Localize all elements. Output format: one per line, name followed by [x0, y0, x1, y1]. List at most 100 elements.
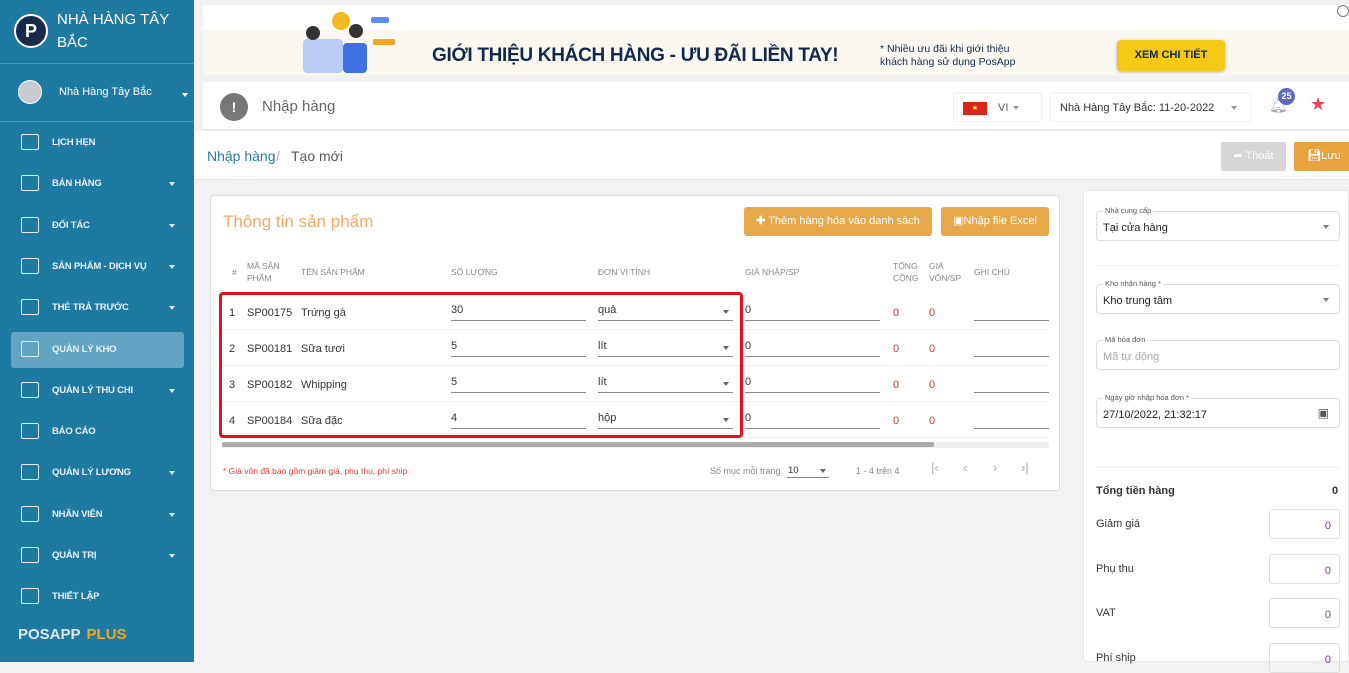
column-header: ĐƠN VỊ TÍNH [598, 267, 650, 277]
highlight-box [219, 292, 743, 438]
banner-subtitle: * Nhiều ưu đãi khi giới thiệu khách hàng … [880, 43, 1016, 68]
sidebar-item-label: THIẾT LẬP [52, 591, 100, 603]
sidebar: P NHÀ HÀNG TÂY BẮC Nhà Hàng Tây Bắc LỊCH… [0, 0, 194, 662]
column-header: SỐ LƯỢNG [451, 267, 498, 277]
sidebar-item-label: BÁO CÁO [52, 426, 96, 438]
first-page-icon[interactable]: |‹ [931, 460, 939, 475]
bar-chart-icon [21, 423, 39, 440]
invoice-panel: Nhà cung cấp Tại cửa hàng Kho nhận hàng *… [1083, 190, 1349, 673]
user-name[interactable]: Nhà Hàng Tây Bắc [59, 86, 152, 98]
chevron-down-icon [1323, 225, 1329, 229]
price-input[interactable]: 0 [745, 373, 880, 393]
sidebar-item-11[interactable]: THIẾT LẬP [11, 579, 184, 615]
sidebar-item-4[interactable]: THẺ TRẢ TRƯỚC [11, 290, 184, 326]
sidebar-item-9[interactable]: NHÂN VIÊN [11, 497, 184, 533]
next-page-icon[interactable]: › [993, 460, 997, 475]
per-page-select[interactable]: 10 [787, 462, 829, 478]
shipping-input[interactable]: 0 [1269, 643, 1340, 673]
language-select[interactable]: ★ VI [953, 92, 1042, 122]
breadcrumb-parent[interactable]: Nhập hàng [207, 148, 276, 164]
sidebar-item-label: QUẢN LÝ THU CHI [52, 384, 133, 396]
view-details-button[interactable]: XEM CHI TIẾT [1117, 40, 1225, 71]
total-value: 0 [1332, 485, 1339, 497]
last-page-icon[interactable]: ›| [1021, 460, 1029, 475]
surcharge-label: Phụ thu [1096, 563, 1134, 575]
calendar-icon [21, 134, 39, 150]
vat-input[interactable]: 0 [1269, 598, 1340, 628]
note-input[interactable] [974, 301, 1049, 321]
sidebar-item-0[interactable]: LỊCH HẸN [11, 125, 184, 161]
row-total: 0 [893, 307, 900, 319]
chevron-down-icon [169, 471, 175, 476]
language-value: VI [998, 102, 1009, 114]
row-total: 0 [893, 343, 900, 355]
invoice-code-input[interactable]: Mã hóa đơn Mã tự động [1096, 335, 1340, 370]
card-title: Thông tin sản phẩm [223, 212, 374, 231]
star-icon[interactable]: ★ [1310, 94, 1326, 115]
save-button[interactable]: 💾︎Lưu [1294, 142, 1349, 171]
import-excel-button[interactable]: ▣Nhập file Excel [941, 207, 1049, 236]
prepaid-card-icon [21, 299, 39, 316]
info-icon: ! [220, 93, 248, 121]
note-input[interactable] [974, 409, 1049, 429]
chevron-down-icon [820, 469, 826, 473]
price-input[interactable]: 0 [745, 301, 880, 321]
calendar-icon: ▣ [1317, 406, 1329, 420]
invoice-date-input[interactable]: Ngày giờ nhập hóa đơn * 27/10/2022, 21:32… [1096, 393, 1340, 428]
add-product-button[interactable]: ✚ Thêm hàng hóa vào danh sách [744, 207, 932, 236]
admin-icon [21, 547, 39, 563]
chevron-down-icon [169, 512, 175, 517]
cart-icon [21, 175, 39, 192]
sidebar-item-2[interactable]: ĐỐI TÁC [11, 208, 184, 244]
vat-label: VAT [1096, 607, 1116, 619]
column-header: GIÁ VỐN/SP [929, 261, 962, 283]
posapp-plus-logo: POSAPP PLUS [18, 626, 127, 643]
sidebar-item-7[interactable]: BÁO CÁO [11, 414, 184, 450]
surcharge-input[interactable]: 0 [1269, 554, 1340, 584]
sidebar-item-10[interactable]: QUẢN TRỊ [11, 538, 184, 574]
chevron-down-icon [169, 388, 175, 393]
promo-banner[interactable]: GIỚI THIỆU KHÁCH HÀNG - ƯU ĐÃI LIỀN TAY!… [203, 5, 1349, 75]
column-header: TÊN SẢN PHẨM [301, 267, 365, 277]
store-select[interactable]: Nhà Hàng Tây Bắc: 11-20-2022 [1050, 92, 1252, 122]
supplier-select[interactable]: Nhà cung cấp Tại cửa hàng [1096, 206, 1340, 241]
sidebar-item-label: THẺ TRẢ TRƯỚC [52, 302, 129, 314]
avatar[interactable] [18, 80, 42, 104]
row-total: 0 [893, 379, 900, 391]
column-header: GHI CHÚ [974, 267, 1010, 277]
banner-title: GIỚI THIỆU KHÁCH HÀNG - ƯU ĐÃI LIỀN TAY! [432, 45, 839, 66]
sidebar-item-8[interactable]: QUẢN LÝ LƯƠNG [11, 455, 184, 491]
warehouse-select[interactable]: Kho nhận hàng * Kho trung tâm [1096, 279, 1340, 314]
close-banner-icon[interactable] [1337, 5, 1349, 17]
column-header: # [232, 267, 237, 277]
column-header: GIÁ NHẬP/SP [745, 267, 800, 277]
chevron-down-icon [169, 306, 175, 311]
cost-note: * Giá vốn đã bao gồm giảm giá, phụ thu, … [223, 466, 408, 476]
exit-button[interactable]: ➦ Thoát [1221, 142, 1286, 171]
prev-page-icon[interactable]: ‹ [963, 460, 967, 475]
discount-input[interactable]: 0 [1269, 509, 1340, 539]
per-page-label: Số mục mỗi trang [710, 466, 781, 476]
box-icon [21, 340, 39, 357]
sidebar-item-label: QUẢN TRỊ [52, 550, 97, 561]
page-title: Nhập hàng [262, 98, 336, 115]
sidebar-item-6[interactable]: QUẢN LÝ THU CHI [11, 373, 184, 409]
store-value: Nhà Hàng Tây Bắc: 11-20-2022 [1060, 102, 1215, 114]
price-input[interactable]: 0 [745, 409, 880, 429]
price-input[interactable]: 0 [745, 337, 880, 357]
vietnam-flag-icon: ★ [963, 102, 987, 115]
product-icon [21, 257, 39, 274]
breadcrumb-current: Tạo mới [291, 148, 343, 164]
sidebar-item-label: QUẢN LÝ LƯƠNG [52, 467, 131, 479]
note-input[interactable] [974, 337, 1049, 357]
sidebar-item-3[interactable]: SẢN PHẨM - DỊCH VỤ [11, 249, 184, 285]
sidebar-item-1[interactable]: BÁN HÀNG [11, 166, 184, 202]
horizontal-scrollbar[interactable] [222, 442, 1049, 448]
employee-icon [21, 505, 39, 522]
brand-name: NHÀ HÀNG TÂY BẮC [57, 11, 169, 51]
user-caret-icon[interactable] [182, 93, 188, 97]
sidebar-item-5[interactable]: QUẢN LÝ KHO [11, 331, 184, 368]
divider [0, 121, 194, 122]
note-input[interactable] [974, 373, 1049, 393]
cost-price: 0 [929, 415, 936, 427]
